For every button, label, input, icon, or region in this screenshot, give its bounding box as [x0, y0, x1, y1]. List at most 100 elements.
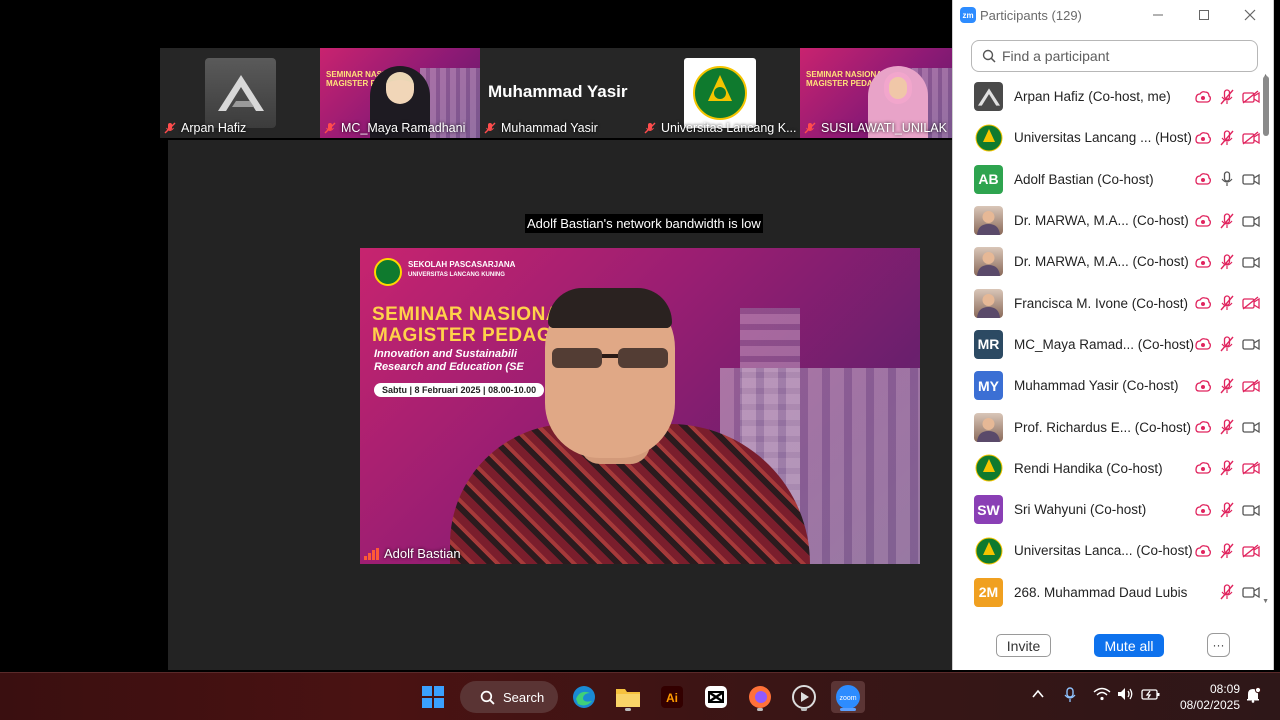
video-off-icon[interactable]	[1239, 293, 1263, 313]
scrollbar-thumb[interactable]	[1263, 76, 1269, 136]
participant-row[interactable]: Universitas Lanca... (Co-host)	[953, 530, 1263, 571]
taskbar-illustrator[interactable]: Ai	[655, 681, 689, 713]
video-camera-icon[interactable]	[1239, 334, 1263, 354]
participant-row[interactable]: AB Adolf Bastian (Co-host)	[953, 159, 1263, 200]
battery-charging-icon	[1141, 689, 1160, 700]
firefox-icon	[749, 686, 771, 708]
participant-row[interactable]: Dr. MARWA, M.A... (Co-host)	[953, 200, 1263, 241]
participant-name: Dr. MARWA, M.A... (Co-host)	[1014, 254, 1189, 270]
maximize-button[interactable]	[1181, 0, 1227, 30]
thumbnail-mc-maya-ramadhani[interactable]: SEMINAR NASIONAL MAGISTER PEDAGOGI MC_May…	[320, 48, 480, 138]
mic-muted-icon	[644, 122, 656, 134]
video-off-icon[interactable]	[1239, 541, 1263, 561]
remote-control-icon[interactable]	[1191, 87, 1215, 107]
video-off-icon[interactable]	[1239, 376, 1263, 396]
start-button[interactable]	[416, 681, 450, 713]
video-camera-icon[interactable]	[1239, 582, 1263, 602]
battery-tray-button[interactable]	[1141, 687, 1161, 704]
taskbar-file-explorer[interactable]	[611, 681, 645, 713]
video-off-icon[interactable]	[1239, 458, 1263, 478]
mic-muted-icon[interactable]	[1215, 417, 1239, 437]
university-logo-icon	[684, 58, 756, 128]
remote-control-icon[interactable]	[1191, 169, 1215, 189]
remote-control-icon[interactable]	[1191, 334, 1215, 354]
remote-control-icon[interactable]	[1191, 128, 1215, 148]
maximize-icon	[1199, 10, 1209, 20]
remote-control-icon[interactable]	[1191, 293, 1215, 313]
taskbar-media-player[interactable]	[787, 681, 821, 713]
mic-muted-icon[interactable]	[1215, 458, 1239, 478]
mic-muted-icon[interactable]	[1215, 334, 1239, 354]
active-speaker-video[interactable]: SEKOLAH PASCASARJANA UNIVERSITAS LANCANG…	[360, 248, 920, 564]
mic-muted-icon[interactable]	[1215, 582, 1239, 602]
search-input[interactable]	[1002, 48, 1242, 64]
invite-button[interactable]: Invite	[996, 634, 1051, 657]
mic-muted-icon	[164, 122, 176, 134]
participant-row[interactable]: Universitas Lancang ... (Host)	[953, 117, 1263, 158]
search-icon	[982, 49, 996, 63]
participant-row[interactable]: Prof. Richardus E... (Co-host)	[953, 406, 1263, 447]
participant-row[interactable]: Arpan Hafiz (Co-host, me)	[953, 76, 1263, 117]
avatar-initials: MY	[978, 377, 999, 394]
taskbar-zoom[interactable]: zoom	[831, 681, 865, 713]
taskbar-firefox[interactable]	[743, 681, 777, 713]
participant-avatar	[974, 123, 1003, 153]
microphone-icon[interactable]	[1215, 169, 1239, 189]
taskbar-edge[interactable]	[567, 681, 601, 713]
mic-muted-icon[interactable]	[1215, 252, 1239, 272]
remote-control-icon[interactable]	[1191, 252, 1215, 272]
video-camera-icon[interactable]	[1239, 169, 1263, 189]
show-hidden-icons-button[interactable]	[1031, 687, 1045, 704]
volume-tray-button[interactable]	[1117, 687, 1135, 704]
more-options-button[interactable]: ···	[1207, 633, 1230, 657]
minimize-button[interactable]	[1135, 0, 1181, 30]
participant-row[interactable]: Dr. MARWA, M.A... (Co-host)	[953, 241, 1263, 282]
participant-row[interactable]: SW Sri Wahyuni (Co-host)	[953, 489, 1263, 530]
remote-control-icon[interactable]	[1191, 211, 1215, 231]
remote-control-icon[interactable]	[1191, 500, 1215, 520]
video-camera-icon[interactable]	[1239, 211, 1263, 231]
avatar-initials: MR	[977, 336, 1000, 353]
video-off-icon[interactable]	[1239, 128, 1263, 148]
taskbar-capcut[interactable]	[699, 681, 733, 713]
participant-avatar: MY	[974, 371, 1003, 401]
participant-row[interactable]: 2M 268. Muhammad Daud Lubis	[953, 572, 1263, 613]
thumbnail-name: Universitas Lancang K...	[661, 121, 797, 135]
mic-muted-icon[interactable]	[1215, 541, 1239, 561]
close-button[interactable]	[1227, 0, 1273, 30]
taskbar-search[interactable]: Search	[460, 681, 558, 713]
taskbar-clock[interactable]: 08:09 08/02/2025	[1170, 681, 1240, 713]
mic-muted-icon[interactable]	[1215, 500, 1239, 520]
remote-control-icon[interactable]	[1191, 458, 1215, 478]
thumbnail-arpan-hafiz[interactable]: Arpan Hafiz	[160, 48, 320, 138]
mic-muted-icon[interactable]	[1215, 211, 1239, 231]
remote-control-icon[interactable]	[1191, 541, 1215, 561]
participant-row[interactable]: Rendi Handika (Co-host)	[953, 448, 1263, 489]
mic-muted-icon[interactable]	[1215, 87, 1239, 107]
participant-list-scrollbar[interactable]	[1263, 76, 1269, 606]
thumbnail-susilawati-unilak[interactable]: SEMINAR NASIONAL MAGISTER PEDAGOGI SUSILA…	[800, 48, 952, 138]
participant-search[interactable]	[971, 40, 1258, 72]
mic-muted-icon[interactable]	[1215, 376, 1239, 396]
network-tray-button[interactable]	[1093, 687, 1111, 704]
remote-control-icon[interactable]	[1191, 417, 1215, 437]
participant-row[interactable]: Francisca M. Ivone (Co-host)	[953, 282, 1263, 323]
notifications-button[interactable]	[1245, 686, 1262, 706]
microphone-tray-button[interactable]	[1063, 687, 1077, 706]
participant-row[interactable]: MR MC_Maya Ramad... (Co-host)	[953, 324, 1263, 365]
play-icon	[792, 685, 816, 709]
clock-date: 08/02/2025	[1179, 698, 1240, 712]
mic-muted-icon	[324, 122, 336, 134]
video-camera-icon[interactable]	[1239, 252, 1263, 272]
mute-all-button[interactable]: Mute all	[1094, 634, 1164, 657]
video-camera-icon[interactable]	[1239, 500, 1263, 520]
remote-control-icon[interactable]	[1191, 376, 1215, 396]
scroll-down-arrow-icon[interactable]: ▼	[1262, 598, 1269, 605]
thumbnail-universitas-lancang-kuning[interactable]: Universitas Lancang K...	[640, 48, 800, 138]
participant-row[interactable]: MY Muhammad Yasir (Co-host)	[953, 365, 1263, 406]
video-off-icon[interactable]	[1239, 87, 1263, 107]
thumbnail-muhammad-yasir[interactable]: Muhammad Yasir Muhammad Yasir	[480, 48, 640, 138]
video-camera-icon[interactable]	[1239, 417, 1263, 437]
mic-muted-icon[interactable]	[1215, 293, 1239, 313]
mic-muted-icon[interactable]	[1215, 128, 1239, 148]
